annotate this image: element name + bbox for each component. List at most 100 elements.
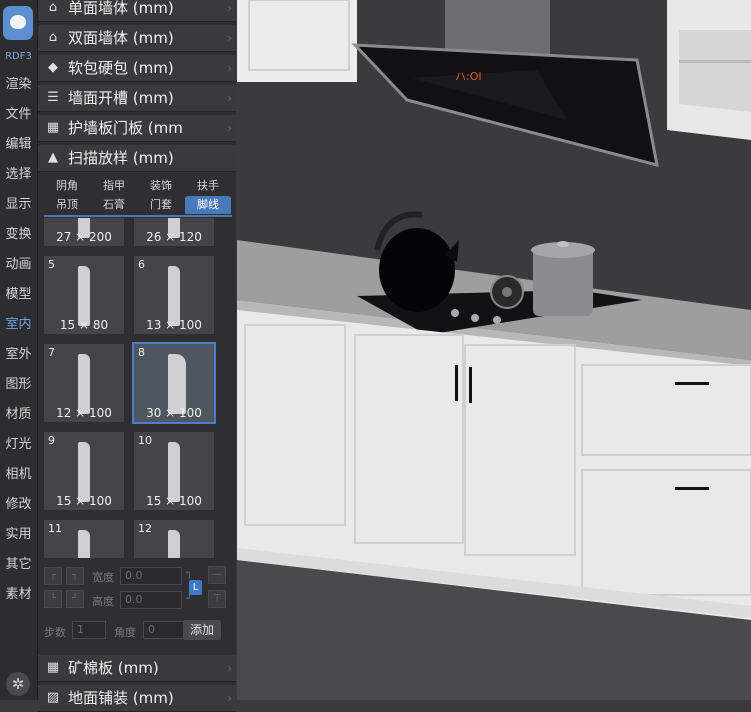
profile-cell[interactable]: 5 15 × 80: [42, 254, 126, 336]
profile-shape-icon: [168, 530, 180, 558]
corner-br-button[interactable]: ┘: [66, 590, 84, 608]
profile-cell[interactable]: 12: [132, 518, 216, 558]
profile-cell[interactable]: 7 12 × 100: [42, 342, 126, 424]
profile-size: 26 × 120: [146, 230, 202, 244]
cabinet-handle: [455, 365, 458, 401]
nav-item-5[interactable]: 变换: [0, 220, 37, 250]
width-field[interactable]: 0.0: [120, 567, 182, 585]
nav-item-10[interactable]: 图形: [0, 370, 37, 400]
hood-display: ハ:OI: [455, 70, 482, 83]
cooking-pot: [533, 248, 593, 316]
nav-item-9[interactable]: 室外: [0, 340, 37, 370]
nav-item-6[interactable]: 动画: [0, 250, 37, 280]
profile-cell[interactable]: 9 15 × 100: [42, 430, 126, 512]
hood-chimney: [445, 0, 550, 55]
corner-tr-button[interactable]: ┐: [66, 567, 84, 585]
profile-size: 15 × 80: [59, 318, 109, 332]
modeling-panel: ⌂ 单面墙体 (mm) › ⌂ 双面墙体 (mm) › ◆ 软包硬包 (mm) › ☰ 墙面开槽 (…: [38, 0, 236, 712]
steps-label: 步数: [44, 626, 66, 639]
nav-item-14[interactable]: 修改: [0, 490, 37, 520]
corner-bl-button[interactable]: └: [44, 590, 62, 608]
profile-shape-icon: [78, 266, 90, 326]
nav-item-1[interactable]: 文件: [0, 100, 37, 130]
profile-size: 13 × 100: [146, 318, 202, 332]
section-header[interactable]: ▦ 矿棉板 (mm) ›: [38, 655, 236, 682]
profile-cell[interactable]: 8 30 × 100: [132, 342, 216, 424]
cabinet-handle: [469, 367, 472, 403]
section-header[interactable]: ☰ 墙面开槽 (mm) ›: [38, 85, 236, 112]
section-header[interactable]: ⌂ 双面墙体 (mm) ›: [38, 25, 236, 52]
section-header[interactable]: ▦ 护墙板门板 (mm ›: [38, 115, 236, 142]
home-outline-icon: ⌂: [48, 0, 58, 15]
kitchen-scene: ハ:OI: [237, 0, 751, 700]
profile-cell[interactable]: 10 15 × 100: [132, 430, 216, 512]
nav-item-15[interactable]: 实用: [0, 520, 37, 550]
section-title: 扫描放样 (mm): [68, 149, 174, 167]
kettle: [379, 228, 455, 312]
corner-tl-button[interactable]: ┌: [44, 567, 62, 585]
angle-field[interactable]: 0: [143, 621, 187, 639]
profile-cell[interactable]: 6 13 × 100: [132, 254, 216, 336]
profile-cell[interactable]: 26 × 120: [132, 218, 216, 248]
section-title: 护墙板门板 (mm: [68, 119, 183, 137]
profile-number: 6: [138, 258, 145, 271]
section-title: 墙面开槽 (mm): [68, 89, 174, 107]
chevron-right-icon: ›: [227, 91, 232, 105]
home-filled-icon: ⌂: [48, 30, 58, 45]
nav-item-7[interactable]: 模型: [0, 280, 37, 310]
profile-shape-icon: [78, 442, 90, 502]
section-header[interactable]: ▨ 地面铺装 (mm) ›: [38, 685, 236, 712]
profile-number: 9: [48, 434, 55, 447]
drawer-handle: [675, 487, 709, 490]
height-field[interactable]: 0.0: [120, 591, 182, 609]
profile-number: 12: [138, 522, 152, 535]
bars-icon: ☰: [47, 90, 59, 105]
nav-item-2[interactable]: 编辑: [0, 130, 37, 160]
tab-mentao[interactable]: 门套: [138, 196, 184, 214]
nav-item-17[interactable]: 素材: [0, 580, 37, 610]
profile-cell[interactable]: 27 × 200: [42, 218, 126, 248]
tab-underline: [44, 215, 232, 217]
profile-cell[interactable]: 11: [42, 518, 126, 558]
tab-yinjiao[interactable]: 阴角: [44, 177, 90, 195]
profile-shape-icon: [78, 354, 90, 414]
nav-item-13[interactable]: 相机: [0, 460, 37, 490]
nav-item-0[interactable]: 渲染: [0, 70, 37, 100]
profile-size: 30 × 100: [146, 406, 202, 420]
chevron-right-icon: ›: [227, 121, 232, 135]
diamond-icon: ◆: [48, 60, 58, 75]
profile-size: 15 × 100: [146, 494, 202, 508]
hatch-icon: ▨: [46, 690, 60, 705]
nav-item-12[interactable]: 灯光: [0, 430, 37, 460]
bracket-bottom-icon: ┘: [186, 592, 193, 605]
section-header[interactable]: ⌂ 单面墙体 (mm) ›: [38, 0, 236, 22]
tab-zhuangshi[interactable]: 装饰: [138, 177, 184, 195]
nav-item-11[interactable]: 材质: [0, 400, 37, 430]
profile-grid: 27 × 200 26 × 120 5 15 × 80 6 13 × 100 7 12 × 1…: [42, 218, 234, 558]
nav-item-16[interactable]: 其它: [0, 550, 37, 580]
viewport-3d[interactable]: ハ:OI: [237, 0, 751, 700]
steps-field[interactable]: 1: [72, 621, 106, 639]
settings-gear-icon[interactable]: ✲: [6, 672, 30, 696]
tab-diaoding[interactable]: 吊顶: [44, 196, 90, 214]
tab-zhijia[interactable]: 指甲: [91, 177, 137, 195]
section-header[interactable]: ▲ 扫描放样 (mm): [38, 145, 236, 172]
brand-label: RDF3: [5, 51, 32, 62]
panel-grid-icon: ▦: [46, 120, 60, 135]
minus-button[interactable]: —: [208, 566, 226, 584]
section-title: 单面墙体 (mm): [68, 0, 174, 17]
main-nav: RDF3 渲染 文件 编辑 选择 显示 变换 动画 模型 室内 室外 图形 材质 灯光 相机 修改 实用 其它素…: [0, 0, 38, 700]
chevron-right-icon: ›: [227, 661, 232, 675]
nav-item-8[interactable]: 室内: [0, 310, 37, 340]
tab-fushou[interactable]: 扶手: [185, 177, 231, 195]
tab-shigao[interactable]: 石膏: [91, 196, 137, 214]
tab-jiaoxian[interactable]: 脚线: [185, 196, 231, 214]
chevron-right-icon: ›: [227, 691, 232, 705]
app-logo-icon[interactable]: [3, 6, 33, 40]
nav-item-4[interactable]: 显示: [0, 190, 37, 220]
grid-icon: ▦: [46, 660, 60, 675]
up-arrow-button[interactable]: ⊤: [208, 590, 226, 608]
nav-item-3[interactable]: 选择: [0, 160, 37, 190]
section-header[interactable]: ◆ 软包硬包 (mm) ›: [38, 55, 236, 82]
add-button[interactable]: 添加: [183, 620, 221, 640]
